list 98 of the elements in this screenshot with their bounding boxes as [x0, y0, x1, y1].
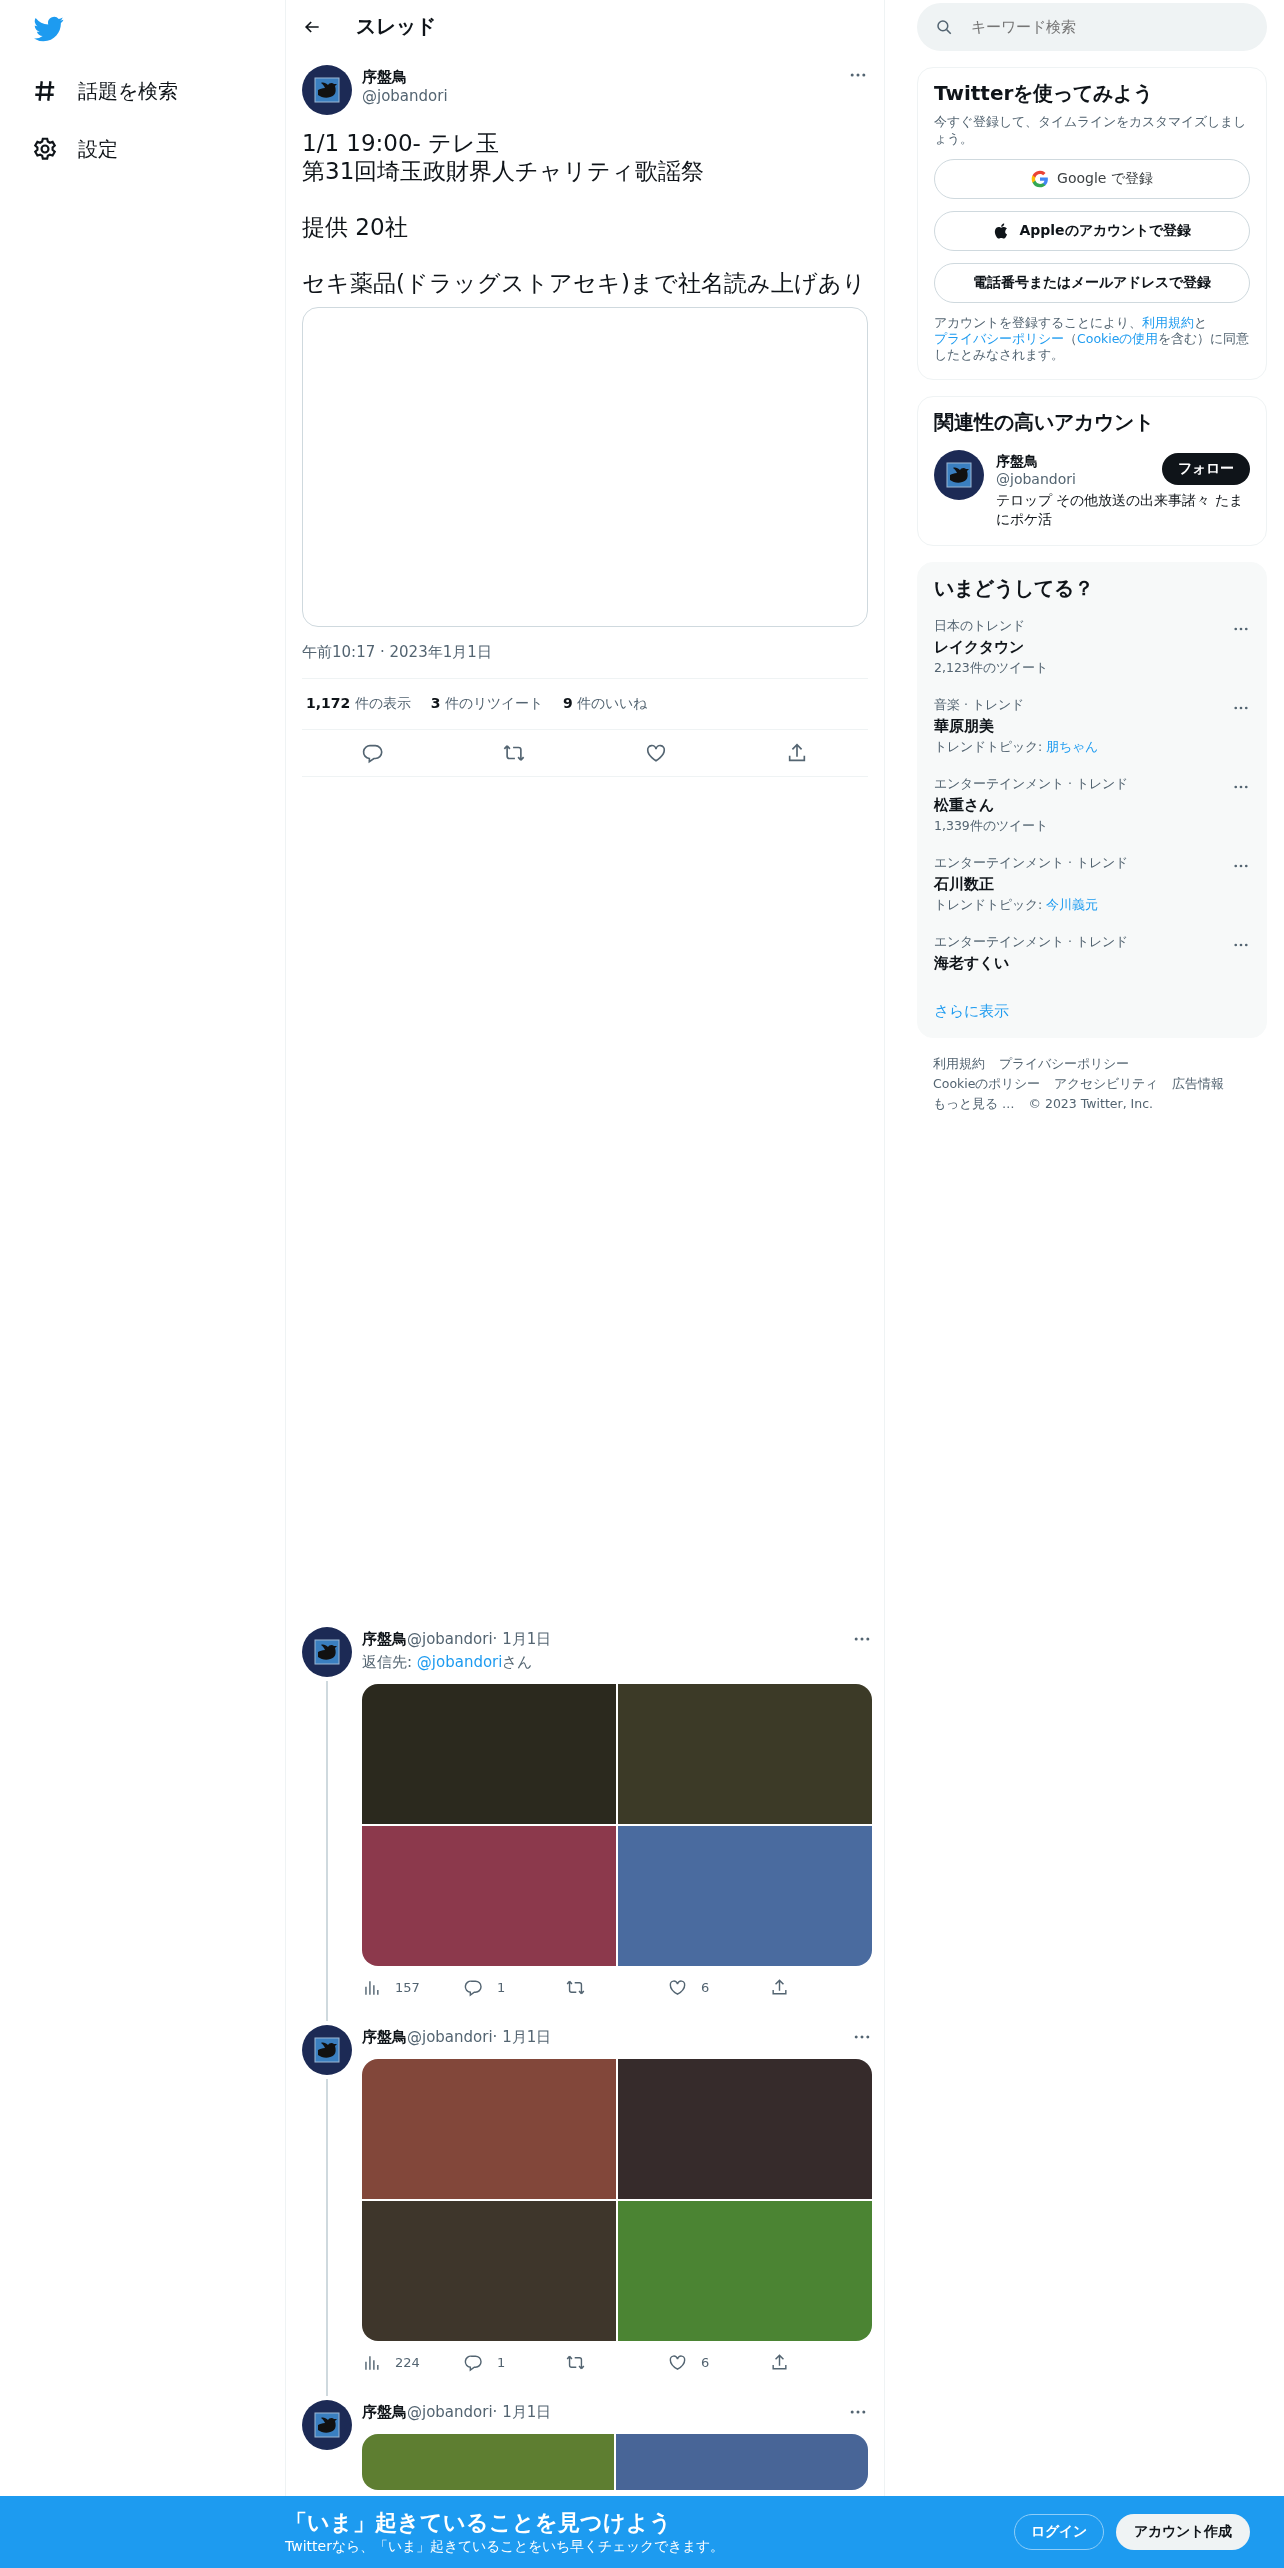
image-tile[interactable] [362, 2201, 616, 2341]
avatar[interactable] [934, 450, 984, 500]
tweet-date[interactable]: · 1月1日 [492, 2027, 552, 2047]
nav-item[interactable]: 話題を検索 [32, 62, 285, 120]
stat-link[interactable]: 3 件のリツイート [430, 695, 543, 713]
image-tile[interactable] [362, 2434, 614, 2490]
author-handle[interactable]: @jobandori [362, 87, 838, 105]
trend-name[interactable]: 松重さん [934, 796, 1232, 815]
avatar[interactable] [302, 1627, 352, 1677]
banner-title: 「いま」起きていることを見つけよう [285, 2509, 673, 2537]
footer-link[interactable]: プライバシーポリシー [999, 1054, 1129, 1074]
timestamp[interactable]: 午前10:17 · 2023年1月1日 [302, 643, 868, 662]
count: 157 [395, 1980, 420, 1995]
tweet-date[interactable]: · 1月1日 [492, 1629, 552, 1649]
page-title: スレッド [356, 13, 436, 40]
share-icon[interactable] [770, 2353, 789, 2372]
tweet-text: 提供 20社 [302, 213, 409, 241]
footer-link[interactable]: © 2023 Twitter, Inc. [1028, 1094, 1154, 1114]
trend-context: エンターテインメント · トレンド [934, 776, 1129, 793]
image-tile[interactable] [618, 1826, 872, 1966]
account-name[interactable]: 序盤鳥 [996, 453, 1162, 471]
reply-context: 返信先: @jobandoriさん [362, 1653, 534, 1672]
legal-text: アカウントを登録することにより、利用規約 と プライバシーポリシー（Cookieの使用を含む）に同意したとみなされます。 [934, 315, 1250, 363]
card-title: Twitterを使ってみよう [934, 80, 1155, 107]
signup-button[interactable]: Appleのアカウントで登録 [934, 211, 1250, 251]
signup-button[interactable]: 電話番号またはメールアドレスで登録 [934, 263, 1250, 303]
author-name[interactable]: 序盤鳥 [362, 68, 838, 87]
footer-link[interactable]: Cookieのポリシー [933, 1074, 1041, 1094]
card-title: 関連性の高いアカウント [934, 409, 1155, 436]
image-tile[interactable] [362, 1684, 616, 1824]
trend-context: エンターテインメント · トレンド [934, 855, 1129, 872]
stat-link[interactable]: 9 件のいいね [562, 695, 648, 713]
trend-name[interactable]: 海老すくい [934, 954, 1232, 973]
avatar[interactable] [302, 2025, 352, 2075]
author-name[interactable]: 序盤鳥 [362, 2027, 407, 2047]
author-handle[interactable]: @jobandori [407, 2028, 493, 2046]
signup-button[interactable]: Google で登録 [934, 159, 1250, 199]
trend-detail: トレンドトピック: 今川義元 [934, 897, 1100, 914]
retweet-icon[interactable] [566, 2353, 585, 2372]
retweet-icon[interactable] [566, 1978, 585, 1997]
heart-icon[interactable] [644, 742, 667, 764]
count: 1 [497, 1980, 506, 1995]
footer-link[interactable]: もっと見る … [933, 1094, 1015, 1114]
trend-context: 音楽 · トレンド [934, 697, 1025, 714]
banner-subtitle: Twitterなら、「いま」起きていることをいち早くチェックできます。 [285, 2538, 725, 2556]
tweet-text: 1/1 19:00- テレ玉 [302, 129, 501, 157]
follow-button[interactable]: フォロー [1162, 452, 1250, 485]
author-handle[interactable]: @jobandori [407, 2403, 493, 2421]
trend-detail: トレンドトピック: 朋ちゃん [934, 739, 1100, 756]
count: 6 [701, 2355, 710, 2370]
account-handle[interactable]: @jobandori [996, 471, 1162, 487]
trend-detail: 2,123件のツイート [934, 660, 1049, 677]
stat-link[interactable]: 1,172 件の表示 [306, 695, 411, 713]
tweet-text: 第31回埼玉政財界人チャリティ歌謡祭 [302, 157, 706, 185]
avatar[interactable] [302, 2400, 352, 2450]
twitter-logo-icon[interactable] [34, 14, 64, 44]
heart-icon[interactable] [668, 2353, 687, 2372]
search-icon [935, 18, 953, 36]
reply-icon[interactable] [464, 2353, 483, 2372]
bar-chart-icon[interactable] [362, 2353, 381, 2372]
trend-context: 日本のトレンド [934, 618, 1026, 635]
image-tile[interactable] [618, 2059, 872, 2199]
author-name[interactable]: 序盤鳥 [362, 1629, 407, 1649]
footer-link[interactable]: 利用規約 [933, 1054, 985, 1074]
nav-item[interactable]: 設定 [32, 120, 285, 178]
image-tile[interactable] [618, 1684, 872, 1824]
reply-icon[interactable] [464, 1978, 483, 1997]
card-title: いまどうしてる？ [934, 575, 1095, 602]
author-name[interactable]: 序盤鳥 [362, 2402, 407, 2422]
image-tile[interactable] [616, 2434, 868, 2490]
card-subtitle: 今すぐ登録して、タイムラインをカスタマイズしましょう。 [934, 113, 1247, 147]
reply-icon[interactable] [361, 742, 384, 764]
search-field[interactable]: キーワード検索 [917, 3, 1267, 51]
image-tile[interactable] [362, 2059, 616, 2199]
bar-chart-icon[interactable] [362, 1978, 381, 1997]
count: 1 [497, 2355, 506, 2370]
image-tile[interactable] [362, 1826, 616, 1966]
heart-icon[interactable] [668, 1978, 687, 1997]
retweet-icon[interactable] [503, 742, 526, 764]
count: 224 [395, 2355, 420, 2370]
footer-link[interactable]: アクセシビリティ [1054, 1074, 1159, 1094]
trend-name[interactable]: 華原朋美 [934, 717, 1232, 736]
account-bio: テロップ その他放送の出来事諸々 たまにポケ活 [996, 491, 1244, 529]
footer-link[interactable]: 広告情報 [1172, 1074, 1225, 1094]
google-icon [1031, 170, 1050, 188]
tweet-date[interactable]: · 1月1日 [492, 2402, 552, 2422]
share-icon[interactable] [770, 1978, 789, 1997]
author-handle[interactable]: @jobandori [407, 1630, 493, 1648]
trend-context: エンターテインメント · トレンド [934, 934, 1129, 951]
avatar[interactable] [302, 65, 352, 115]
image-tile[interactable] [618, 2201, 872, 2341]
count: 6 [701, 1980, 710, 1995]
trend-name[interactable]: 石川数正 [934, 875, 1232, 894]
create-account-button[interactable]: アカウント作成 [1116, 2514, 1250, 2550]
trend-detail: 1,339件のツイート [934, 818, 1049, 835]
trend-name[interactable]: レイクタウン [934, 638, 1232, 657]
tweet-text: セキ薬品(ドラッグストアセキ)まで社名読み上げあり [302, 269, 867, 297]
settings-icon [32, 136, 58, 162]
